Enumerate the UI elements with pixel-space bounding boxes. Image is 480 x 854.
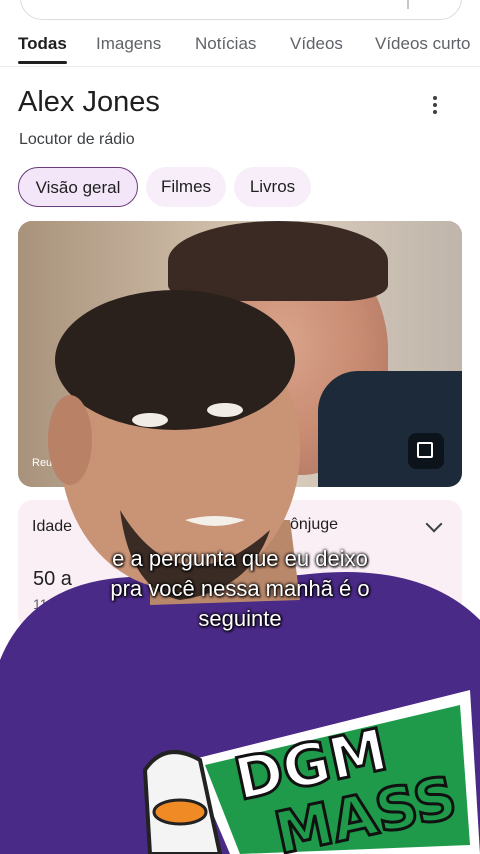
chip-livros[interactable]: Livros [234,167,311,207]
tab-videos-curtos[interactable]: Vídeos curto [375,30,470,58]
tab-imagens[interactable]: Imagens [96,30,161,58]
chip-visao-geral[interactable]: Visão geral [18,167,138,207]
image-icon[interactable] [408,433,444,469]
tab-noticias[interactable]: Notícias [195,30,256,58]
search-tabs: Todas Imagens Notícias Vídeos Vídeos cur… [0,26,480,66]
search-bar[interactable] [20,0,462,20]
tab-todas[interactable]: Todas [18,30,67,64]
caption-line-3: seguinte [198,606,282,631]
clear-icon[interactable] [397,0,409,9]
shirt-text-2: MASS [269,763,463,854]
spouse-label: ônjuge [290,516,339,533]
tab-videos[interactable]: Vídeos [290,30,343,58]
caption-line-1: e a pergunta que eu deixo [112,546,368,571]
age-label: Idade [32,518,73,535]
video-caption: e a pergunta que eu deixo pra você nessa… [40,544,440,634]
tabs-divider [0,66,480,67]
photo-credit: Reut [32,457,56,469]
entity-photo[interactable]: Reut [18,221,462,487]
shirt-text-1: DGM [229,715,393,813]
caption-line-2: pra você nessa manhã é o [110,576,370,601]
entity-title: Alex Jones [18,86,160,118]
entity-subtitle: Locutor de rádio [19,131,135,148]
more-options-icon[interactable] [430,96,440,116]
chevron-down-icon[interactable] [425,515,443,533]
chip-filmes[interactable]: Filmes [146,167,226,207]
shirt-print: DGM MASS [142,690,480,854]
